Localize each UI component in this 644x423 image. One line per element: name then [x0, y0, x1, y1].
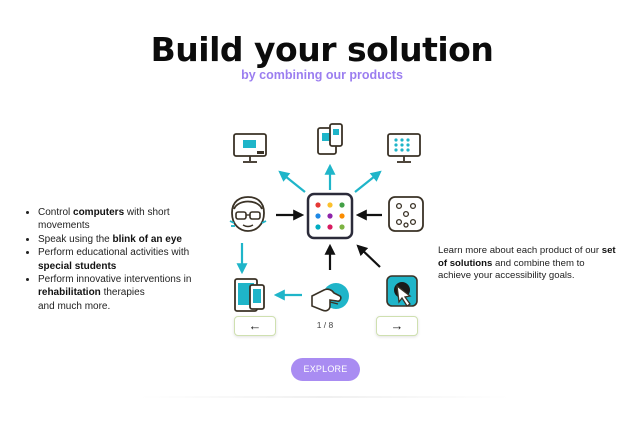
hub-dot [315, 213, 321, 219]
hub-dot [339, 213, 345, 219]
computer-monitor-icon [233, 133, 267, 163]
tablet-abc-icon [234, 278, 265, 312]
hub-dot [327, 224, 333, 230]
dot-grid-hub-icon [306, 192, 354, 240]
face-glasses-icon [229, 196, 267, 232]
arrow-teal [278, 170, 306, 193]
hub-dot [327, 202, 333, 208]
slide-counter: 1 / 8 [316, 320, 334, 330]
hub-dot [315, 202, 321, 208]
prev-button[interactable]: ← [234, 316, 276, 336]
arrow-black [356, 244, 381, 268]
touch-button-icon [386, 275, 418, 307]
hub-dot [339, 224, 345, 230]
hand-sensor-icon [311, 283, 349, 312]
divider [140, 396, 510, 398]
arrow-teal [354, 170, 382, 193]
hub-dot [327, 213, 333, 219]
explore-button[interactable]: EXPLORE [291, 358, 360, 381]
tablet-phone-icon [317, 123, 343, 155]
hub-dot [339, 202, 345, 208]
monitor-grid-icon [387, 133, 421, 163]
hub-dot [315, 224, 321, 230]
next-button[interactable]: → [376, 316, 418, 336]
dot-board-icon [388, 196, 424, 232]
